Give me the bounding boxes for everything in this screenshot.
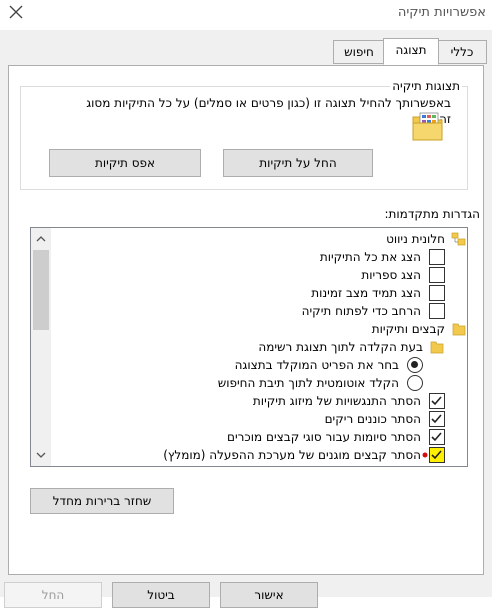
scroll-down-icon[interactable] — [31, 446, 51, 464]
cursor-marker-icon — [422, 452, 428, 458]
tree-item-label: הצג את כל התיקיות — [319, 250, 421, 264]
vertical-scrollbar[interactable] — [31, 228, 51, 466]
tree-item-label: הסתר קבצים מוגנים של מערכת ההפעלה (מומלץ… — [163, 448, 421, 462]
cancel-button[interactable]: ביטול — [112, 582, 210, 608]
tree-checkbox-row[interactable]: הסתר כוננים ריקים — [49, 410, 467, 428]
checkbox[interactable] — [429, 249, 445, 265]
tab-general[interactable]: כללי — [437, 40, 487, 64]
checkmark-icon — [431, 432, 442, 442]
tree-checkbox-row[interactable]: הצג תמיד מצב זמינות — [49, 284, 467, 302]
tree-checkbox-row[interactable]: הסתר סיומות עבור סוגי קבצים מוכרים — [49, 428, 467, 446]
checkmark-icon — [431, 396, 442, 406]
apply-to-folders-button[interactable]: החל על תיקיות — [223, 149, 373, 177]
tree-category: קבצים ותיקיות — [49, 320, 467, 338]
apply-button[interactable]: החל — [4, 582, 102, 608]
tree-item-label: חלונית ניווט — [386, 232, 445, 246]
restore-defaults-button[interactable]: שחזר ברירות מחדל — [30, 488, 174, 514]
close-icon[interactable] — [6, 2, 26, 22]
tree-item-label: הסתר כוננים ריקים — [324, 412, 421, 426]
tree-item-label: בעת הקלדה לתוך תצוגת רשימה — [258, 340, 423, 354]
checkbox[interactable] — [429, 447, 445, 463]
checkbox[interactable] — [429, 429, 445, 445]
tree-category: חלונית ניווט — [49, 230, 467, 248]
checkbox[interactable] — [429, 303, 445, 319]
checkmark-icon — [431, 450, 442, 460]
tree-checkbox-row[interactable]: הסתר התנגשויות של מיזוג תיקיות — [49, 392, 467, 410]
checkbox[interactable] — [429, 411, 445, 427]
tree-checkbox-row[interactable]: הצג את כל התיקיות — [49, 248, 467, 266]
tree-item-label: קבצים ותיקיות — [371, 322, 445, 336]
tab-strip: כללי תצוגה חיפוש — [0, 38, 492, 66]
checkbox[interactable] — [429, 267, 445, 283]
folder-icon — [452, 323, 466, 336]
checkmark-icon — [431, 414, 442, 424]
radio-button[interactable] — [407, 375, 423, 391]
tab-search[interactable]: חיפוש — [333, 40, 385, 64]
scrollbar-thumb[interactable] — [33, 250, 49, 330]
folder-view-icon — [412, 112, 443, 141]
advanced-settings-label: הגדרות מתקדמות: — [384, 207, 480, 221]
folder-icon — [430, 341, 444, 354]
navigation-pane-icon — [451, 232, 466, 246]
scroll-up-icon[interactable] — [31, 230, 51, 248]
tree-item-label: הצג ספריות — [361, 268, 421, 282]
tree-item-label: בחר את הפריט המוקלד בתצוגה — [234, 358, 399, 372]
tree-item-label: הרחב כדי לפתוח תיקיה — [301, 304, 421, 318]
checkbox[interactable] — [429, 285, 445, 301]
window-title: אפשרויות תיקיה — [397, 5, 486, 20]
radio-button[interactable] — [407, 357, 423, 373]
tree-radio-row[interactable]: בחר את הפריט המוקלד בתצוגה — [49, 356, 467, 374]
tree-item-label: הצג תמיד מצב זמינות — [311, 286, 421, 300]
folder-views-label: תצוגות תיקיה — [390, 79, 462, 93]
tab-view[interactable]: תצוגה — [383, 38, 439, 65]
checkbox[interactable] — [429, 393, 445, 409]
ok-button[interactable]: אישור — [220, 582, 318, 608]
folder-views-description: באפשרותך להחיל תצוגה זו (כגון פרטים או ס… — [86, 96, 451, 126]
folder-views-group: באפשרותך להחיל תצוגה זו (כגון פרטים או ס… — [20, 86, 468, 190]
tree-item-label: הסתר סיומות עבור סוגי קבצים מוכרים — [227, 430, 421, 444]
tree-checkbox-row[interactable]: הצג ספריות — [49, 266, 467, 284]
reset-folders-button[interactable]: אפס תיקיות — [49, 149, 201, 177]
tree-checkbox-row[interactable]: הסתר קבצים מוגנים של מערכת ההפעלה (מומלץ… — [49, 446, 467, 464]
title-bar: אפשרויות תיקיה — [0, 0, 492, 30]
tree-category: בעת הקלדה לתוך תצוגת רשימה — [49, 338, 467, 356]
advanced-settings-tree[interactable]: חלונית ניווט הצג את כל התיקיות הצג ספריו… — [30, 227, 468, 467]
tree-checkbox-row[interactable]: הרחב כדי לפתוח תיקיה — [49, 302, 467, 320]
tree-radio-row[interactable]: הקלד אוטומטית לתוך תיבת החיפוש — [49, 374, 467, 392]
tree-item-label: הקלד אוטומטית לתוך תיבת החיפוש — [217, 376, 399, 390]
tree-item-label: הסתר התנגשויות של מיזוג תיקיות — [252, 394, 421, 408]
